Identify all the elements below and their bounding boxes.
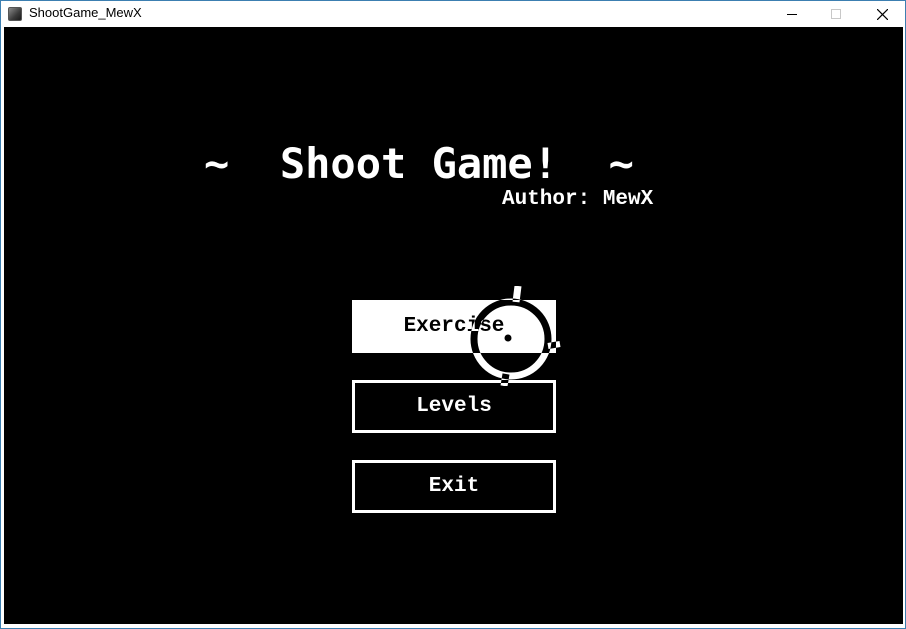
window-title: ShootGame_MewX (29, 5, 142, 20)
maximize-icon (831, 9, 841, 19)
maximize-button[interactable] (813, 1, 859, 27)
author-label: Author: MewX (502, 188, 654, 211)
window-right-edge (903, 27, 905, 624)
minimize-button[interactable] (769, 1, 815, 27)
exercise-button-label: Exercise (403, 315, 505, 338)
levels-button[interactable]: Levels (352, 380, 556, 433)
game-title: ~ Shoot Game! ~ (204, 139, 634, 188)
levels-button-label: Levels (416, 395, 492, 418)
exit-button-label: Exit (428, 475, 480, 498)
title-bar[interactable]: ShootGame_MewX (1, 1, 905, 27)
exit-button[interactable]: Exit (352, 460, 556, 513)
app-icon (8, 7, 22, 21)
game-canvas[interactable]: ~ Shoot Game! ~ Author: MewX Exercise Le… (4, 27, 903, 624)
minimize-icon (787, 14, 797, 15)
close-button[interactable] (859, 1, 905, 27)
exercise-button[interactable]: Exercise (352, 300, 556, 353)
close-icon (876, 8, 888, 20)
game-window: ShootGame_MewX ~ Shoot Game! ~ Author: M… (0, 0, 906, 629)
